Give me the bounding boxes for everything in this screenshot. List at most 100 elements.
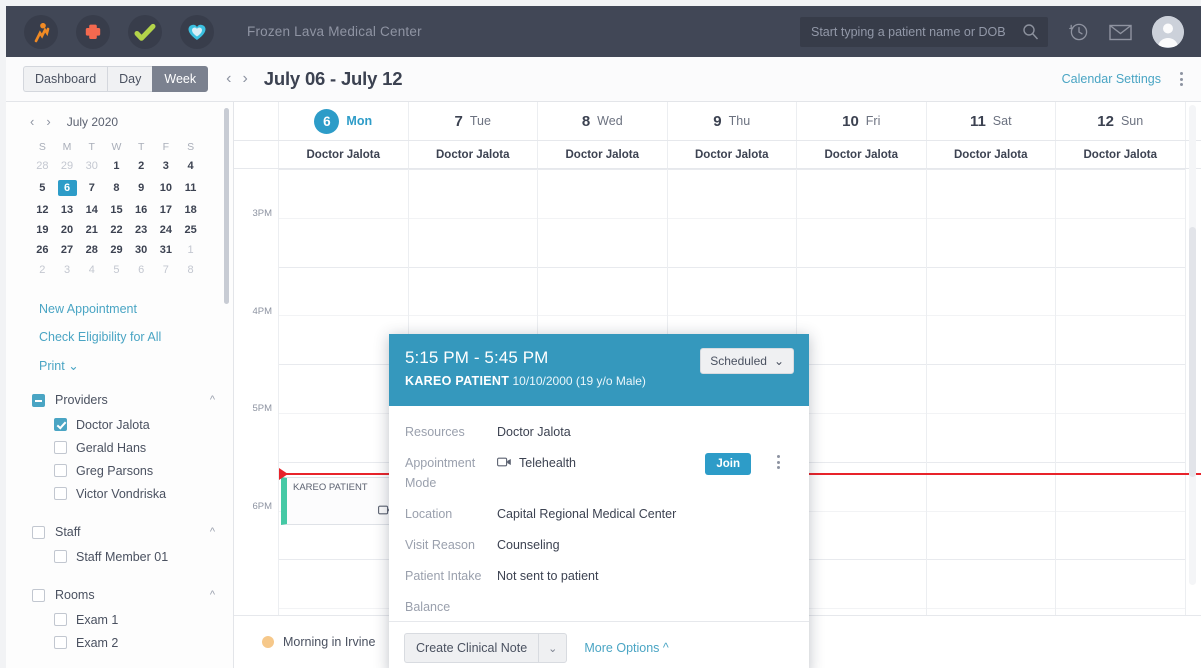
mini-cal-day[interactable]: 29	[104, 240, 129, 260]
view-button-dashboard[interactable]: Dashboard	[23, 66, 107, 92]
next-week-arrow[interactable]: ›	[242, 71, 247, 87]
kareo-logo-icon[interactable]	[24, 15, 58, 49]
mini-cal-day[interactable]: 8	[104, 176, 129, 200]
mini-cal-day[interactable]: 2	[129, 156, 154, 176]
filter-item[interactable]: Victor Vondriska	[32, 482, 215, 505]
group-checkbox[interactable]	[32, 526, 45, 539]
mini-cal-day[interactable]: 17	[154, 200, 179, 220]
filter-checkbox[interactable]	[54, 550, 67, 563]
mini-cal-day[interactable]: 5	[104, 260, 129, 280]
sidebar-scrollbar[interactable]	[224, 108, 229, 304]
chevron-up-icon[interactable]: ^	[210, 526, 215, 538]
all-day-event-label[interactable]: Morning in Irvine	[283, 635, 375, 649]
print-link[interactable]: Print ⌄	[39, 358, 233, 373]
mini-cal-day[interactable]: 28	[30, 156, 55, 176]
mini-cal-next-icon[interactable]: ›	[46, 114, 50, 129]
view-button-week[interactable]: Week	[152, 66, 208, 92]
view-button-day[interactable]: Day	[107, 66, 152, 92]
group-checkbox[interactable]	[32, 394, 45, 407]
recent-history-icon[interactable]	[1068, 21, 1089, 42]
mini-cal-day[interactable]: 7	[79, 176, 104, 200]
day-header-thu[interactable]: 9Thu	[668, 102, 798, 140]
filter-checkbox[interactable]	[54, 613, 67, 626]
mini-cal-day[interactable]: 18	[178, 200, 203, 220]
mini-cal-day[interactable]: 3	[154, 156, 179, 176]
day-header-wed[interactable]: 8Wed	[538, 102, 668, 140]
mini-cal-day[interactable]: 9	[129, 176, 154, 200]
mini-cal-day[interactable]: 19	[30, 220, 55, 240]
mini-cal-day[interactable]: 26	[30, 240, 55, 260]
mini-cal-day[interactable]: 30	[79, 156, 104, 176]
mini-cal-day[interactable]: 14	[79, 200, 104, 220]
mini-cal-day[interactable]: 21	[79, 220, 104, 240]
filter-item[interactable]: Exam 1	[32, 608, 215, 631]
patient-search[interactable]	[800, 17, 1048, 47]
user-avatar[interactable]	[1152, 16, 1184, 48]
filter-item[interactable]: Gerald Hans	[32, 436, 215, 459]
mini-cal-day[interactable]: 4	[79, 260, 104, 280]
chevron-up-icon[interactable]: ^	[210, 394, 215, 406]
prev-week-arrow[interactable]: ‹	[226, 71, 231, 87]
mini-cal-day[interactable]: 4	[178, 156, 203, 176]
mini-cal-day[interactable]: 29	[55, 156, 80, 176]
mini-cal-day[interactable]: 7	[154, 260, 179, 280]
day-column-sat[interactable]	[927, 169, 1057, 615]
mini-cal-day[interactable]: 28	[79, 240, 104, 260]
mini-cal-day[interactable]: 31	[154, 240, 179, 260]
day-header-mon[interactable]: 6Mon	[279, 102, 409, 140]
appointment-overflow-icon[interactable]	[774, 452, 783, 472]
filter-item[interactable]: Exam 2	[32, 631, 215, 654]
create-clinical-note-button[interactable]: Create Clinical Note ⌄	[404, 633, 567, 663]
search-input[interactable]	[800, 25, 1048, 39]
mini-cal-day[interactable]: 13	[55, 200, 80, 220]
mini-cal-day[interactable]: 12	[30, 200, 55, 220]
appointment-status-dropdown[interactable]: Scheduled ⌄	[700, 348, 794, 374]
mini-cal-day[interactable]: 20	[55, 220, 80, 240]
mini-cal-day[interactable]: 16	[129, 200, 154, 220]
day-header-sun[interactable]: 12Sun	[1056, 102, 1186, 140]
filter-checkbox[interactable]	[54, 464, 67, 477]
mini-cal-day[interactable]: 23	[129, 220, 154, 240]
filter-checkbox[interactable]	[54, 418, 67, 431]
search-icon[interactable]	[1022, 23, 1039, 45]
chevron-down-icon[interactable]: ⌄	[538, 633, 567, 663]
mini-cal-day[interactable]: 25	[178, 220, 203, 240]
chevron-up-icon[interactable]: ^	[210, 589, 215, 601]
filter-checkbox[interactable]	[54, 487, 67, 500]
filter-checkbox[interactable]	[54, 441, 67, 454]
day-header-tue[interactable]: 7Tue	[409, 102, 539, 140]
calendar-settings-link[interactable]: Calendar Settings	[1062, 72, 1161, 86]
calendar-scrollbar[interactable]	[1189, 105, 1196, 585]
day-header-sat[interactable]: 11Sat	[927, 102, 1057, 140]
filter-item[interactable]: Staff Member 01	[32, 545, 215, 568]
group-checkbox[interactable]	[32, 589, 45, 602]
toolbar-overflow-icon[interactable]	[1177, 69, 1186, 89]
filter-checkbox[interactable]	[54, 636, 67, 649]
engagement-heart-icon[interactable]	[180, 15, 214, 49]
more-options-link[interactable]: More Options ^	[584, 641, 668, 655]
mini-cal-day[interactable]: 27	[55, 240, 80, 260]
mini-cal-day[interactable]: 15	[104, 200, 129, 220]
billing-check-icon[interactable]	[128, 15, 162, 49]
day-column-fri[interactable]	[797, 169, 927, 615]
mini-cal-prev-icon[interactable]: ‹	[30, 114, 34, 129]
mini-cal-day[interactable]: 1	[178, 240, 203, 260]
mini-cal-day[interactable]: 10	[154, 176, 179, 200]
mini-cal-day[interactable]: 2	[30, 260, 55, 280]
day-header-fri[interactable]: 10Fri	[797, 102, 927, 140]
mini-cal-day[interactable]: 30	[129, 240, 154, 260]
mini-cal-day[interactable]: 6	[129, 260, 154, 280]
check-eligibility-link[interactable]: Check Eligibility for All	[39, 330, 233, 344]
clinical-cross-icon[interactable]	[76, 15, 110, 49]
mini-cal-day[interactable]: 22	[104, 220, 129, 240]
join-telehealth-button[interactable]: Join	[705, 453, 751, 475]
mini-cal-day[interactable]: 11	[178, 176, 203, 200]
mini-cal-day[interactable]: 24	[154, 220, 179, 240]
filter-item[interactable]: Doctor Jalota	[32, 413, 215, 436]
filter-item[interactable]: Greg Parsons	[32, 459, 215, 482]
messages-envelope-icon[interactable]	[1109, 23, 1132, 41]
day-column-sun[interactable]	[1056, 169, 1186, 615]
mini-cal-day[interactable]: 5	[30, 176, 55, 200]
mini-cal-day[interactable]: 1	[104, 156, 129, 176]
mini-cal-day[interactable]: 8	[178, 260, 203, 280]
